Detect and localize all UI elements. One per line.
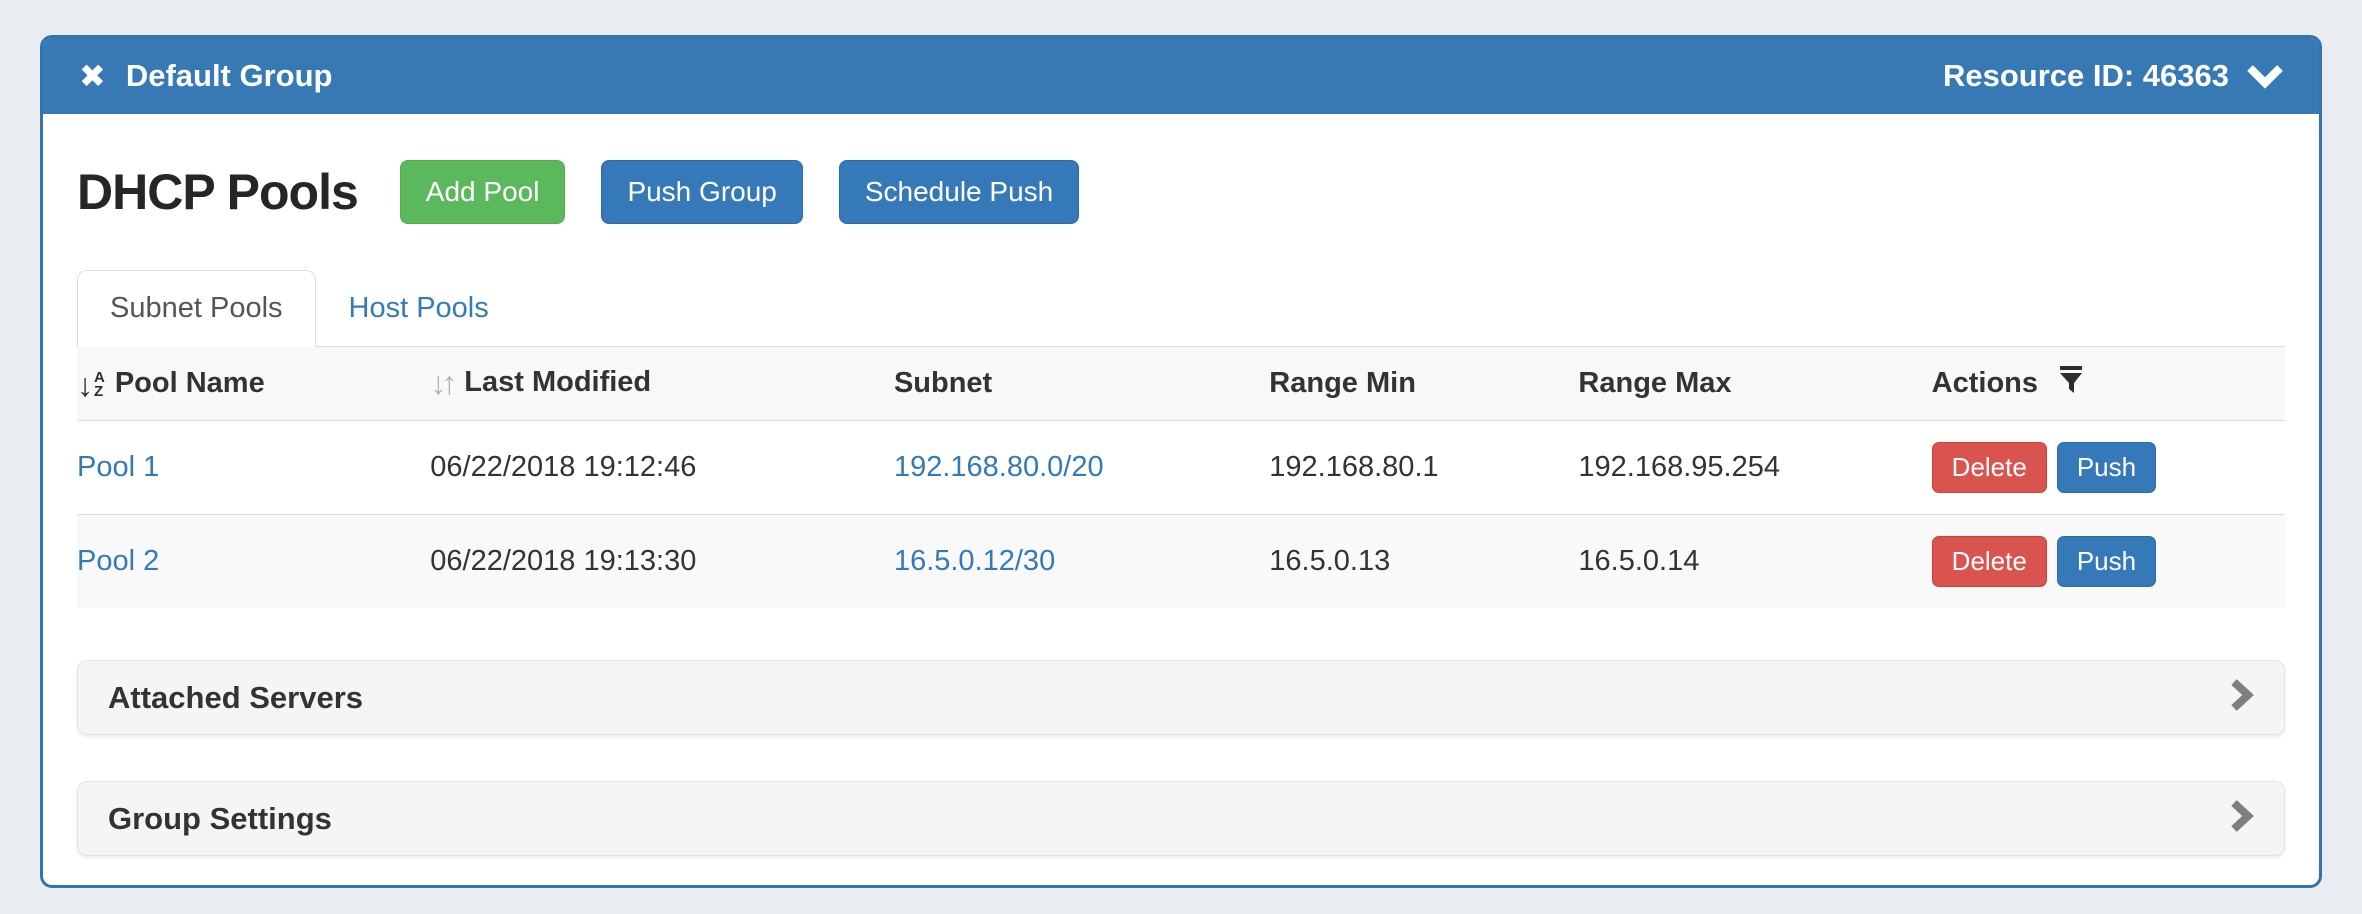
group-settings-panel[interactable]: Group Settings [77, 781, 2285, 856]
push-pool-button[interactable]: Push [2057, 536, 2156, 587]
resource-id-dropdown[interactable]: Resource ID: 46363 [1943, 58, 2283, 94]
resource-id-label: Resource ID: 46363 [1943, 58, 2229, 94]
group-card-body: DHCP Pools Add Pool Push Group Schedule … [43, 114, 2319, 856]
attached-servers-panel[interactable]: Attached Servers [77, 660, 2285, 735]
table-header-row: ↓ A Z Pool Name ↓↑Last Modified Subnet R… [77, 347, 2285, 421]
sort-icon: ↓↑ [430, 365, 452, 401]
range-min-value: 192.168.80.1 [1269, 421, 1578, 515]
chevron-down-icon [2247, 63, 2283, 89]
delete-pool-button[interactable]: Delete [1932, 536, 2047, 587]
accordion: Attached Servers Group Settings [77, 660, 2285, 856]
chevron-right-icon [2228, 678, 2254, 717]
subnet-link[interactable]: 16.5.0.12/30 [894, 545, 1055, 577]
range-max-value: 192.168.95.254 [1578, 421, 1931, 515]
push-pool-button[interactable]: Push [2057, 442, 2156, 493]
column-header-range-max: Range Max [1578, 347, 1931, 421]
pool-tabs: Subnet Pools Host Pools [77, 270, 2285, 347]
filter-icon[interactable] [2050, 370, 2085, 402]
subnet-link[interactable]: 192.168.80.0/20 [894, 451, 1104, 483]
column-header-range-min: Range Min [1269, 347, 1578, 421]
group-title: Default Group [126, 58, 333, 94]
page-title: DHCP Pools [77, 163, 358, 221]
column-header-last-modified[interactable]: ↓↑Last Modified [430, 347, 894, 421]
column-header-subnet: Subnet [894, 347, 1269, 421]
last-modified-value: 06/22/2018 19:12:46 [430, 421, 894, 515]
pool-name-link[interactable]: Pool 1 [77, 451, 159, 483]
sort-alpha-asc-icon: ↓ A Z [77, 369, 105, 401]
group-card: ✖ Default Group Resource ID: 46363 DHCP … [40, 35, 2322, 888]
panel-title: Group Settings [108, 801, 332, 837]
range-min-value: 16.5.0.13 [1269, 515, 1578, 609]
title-row: DHCP Pools Add Pool Push Group Schedule … [77, 160, 2285, 224]
close-icon[interactable]: ✖ [79, 60, 106, 92]
schedule-push-button[interactable]: Schedule Push [839, 160, 1079, 224]
panel-title: Attached Servers [108, 680, 363, 716]
tab-host-pools[interactable]: Host Pools [316, 270, 522, 347]
table-row: Pool 1 06/22/2018 19:12:46 192.168.80.0/… [77, 421, 2285, 515]
table-row: Pool 2 06/22/2018 19:13:30 16.5.0.12/30 … [77, 515, 2285, 609]
delete-pool-button[interactable]: Delete [1932, 442, 2047, 493]
add-pool-button[interactable]: Add Pool [400, 160, 566, 224]
pool-name-link[interactable]: Pool 2 [77, 545, 159, 577]
chevron-right-icon [2228, 799, 2254, 838]
last-modified-value: 06/22/2018 19:13:30 [430, 515, 894, 609]
group-card-header: ✖ Default Group Resource ID: 46363 [43, 38, 2319, 114]
push-group-button[interactable]: Push Group [601, 160, 802, 224]
column-header-pool-name[interactable]: ↓ A Z Pool Name [77, 347, 430, 421]
range-max-value: 16.5.0.14 [1578, 515, 1931, 609]
subnet-pools-table: ↓ A Z Pool Name ↓↑Last Modified Subnet R… [77, 347, 2285, 608]
tab-subnet-pools[interactable]: Subnet Pools [77, 270, 316, 347]
group-card-header-left: ✖ Default Group [79, 58, 332, 94]
column-header-actions: Actions [1932, 347, 2285, 421]
